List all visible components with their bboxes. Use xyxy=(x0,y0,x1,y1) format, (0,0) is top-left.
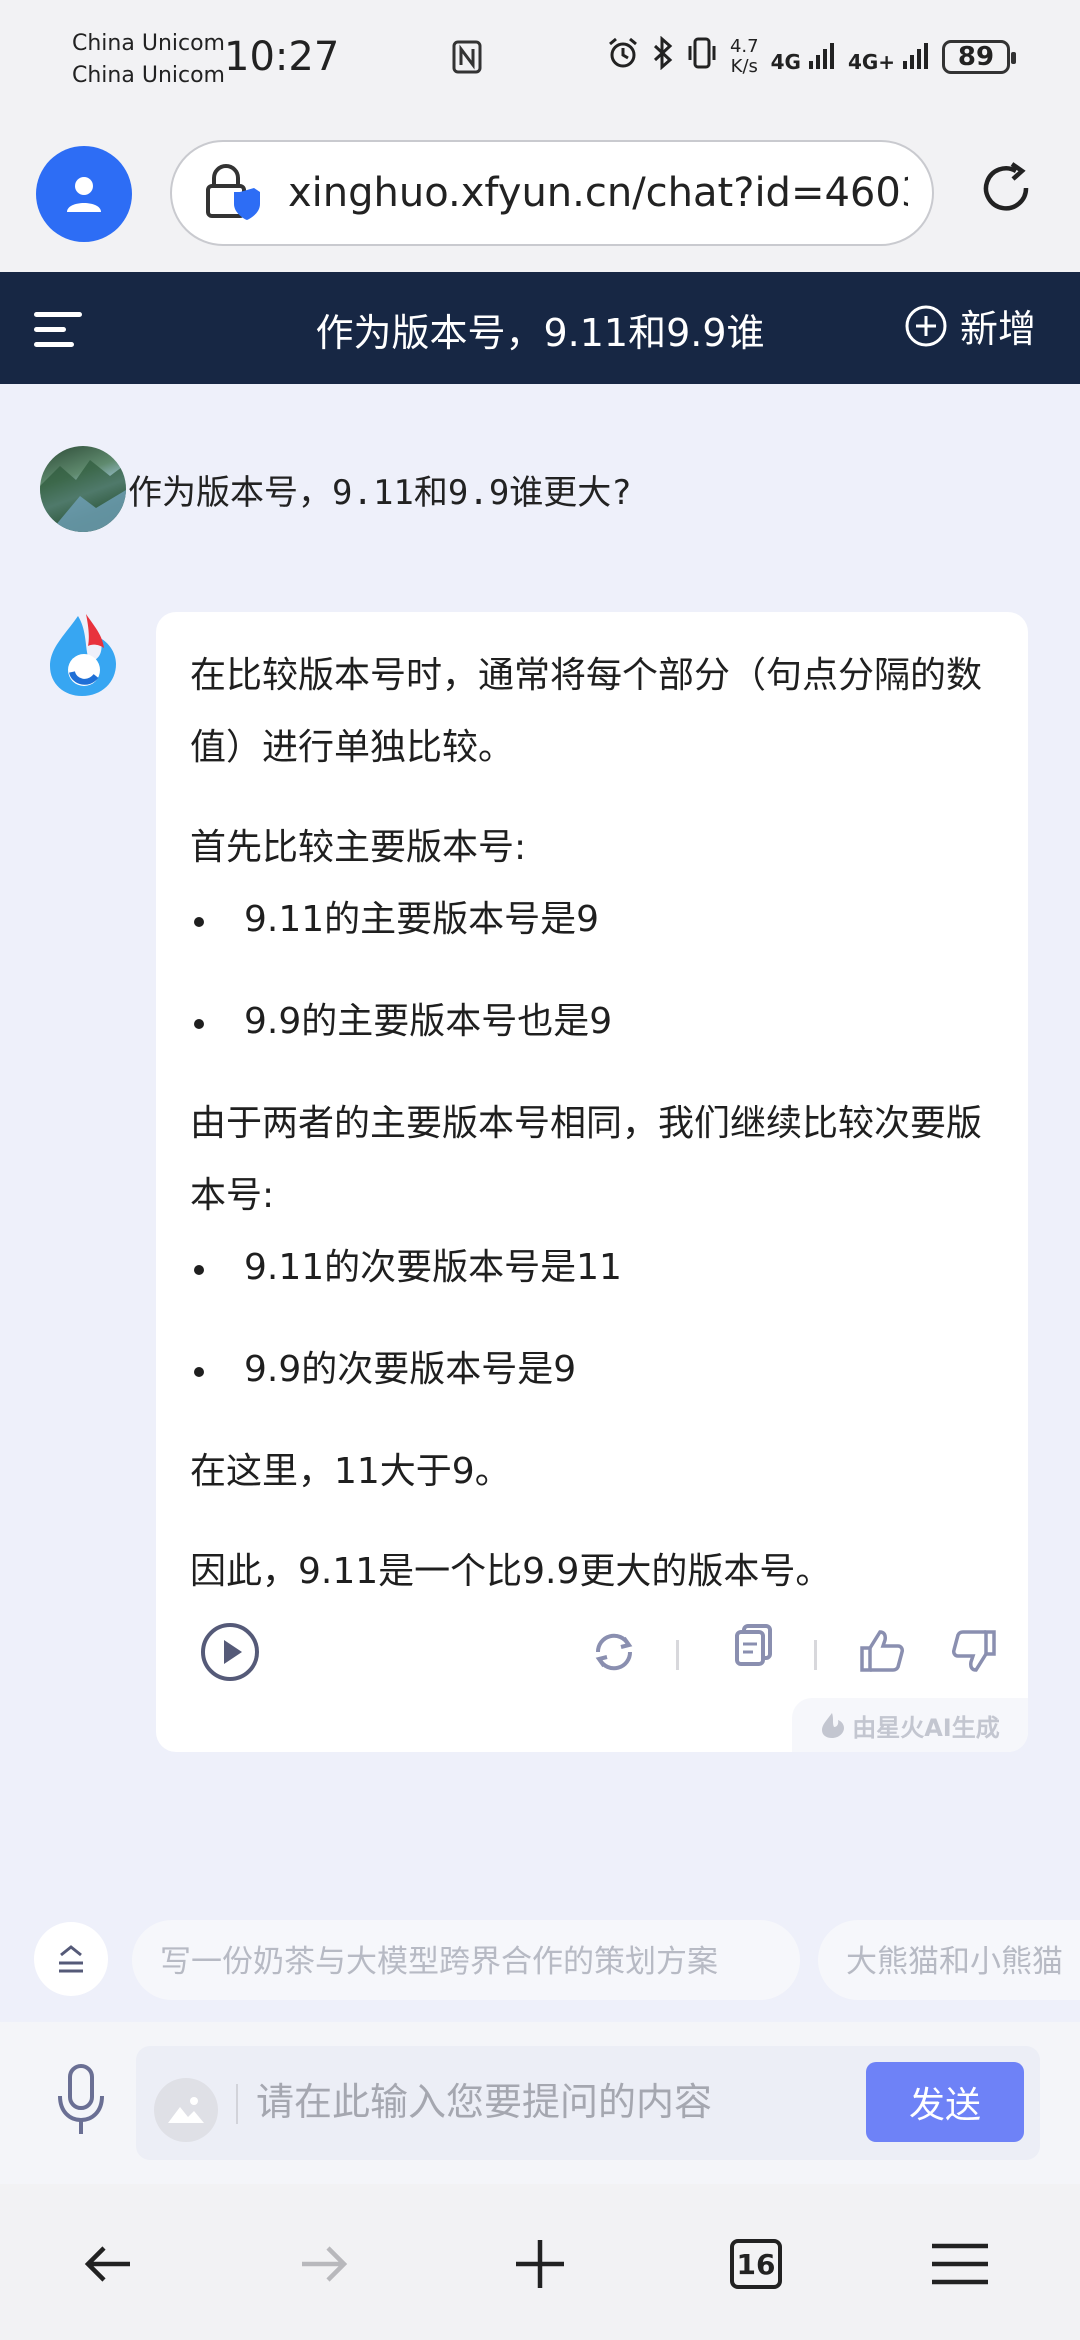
carrier-1: China Unicom xyxy=(72,31,225,56)
collapse-icon xyxy=(59,1945,83,1973)
alarm-icon xyxy=(606,36,640,78)
divider xyxy=(814,1640,817,1670)
carrier-2: China Unicom xyxy=(72,63,225,88)
tab-count: 16 xyxy=(730,2239,782,2289)
nfc-icon xyxy=(452,40,482,83)
clock: 10:27 xyxy=(224,34,340,80)
play-audio-icon[interactable] xyxy=(200,1622,260,1686)
new-tab-icon[interactable] xyxy=(500,2224,580,2304)
bot-paragraph-2: 首先比较主要版本号: xyxy=(190,827,527,868)
signal-2-icon: 4G+ xyxy=(848,41,930,74)
ai-generated-label: 由星火AI生成 xyxy=(852,1713,1000,1742)
minor-version-list: 9.11的次要版本号是11 9.9的次要版本号是9 xyxy=(190,1232,1006,1406)
carrier-info: China Unicom China Unicom xyxy=(72,28,225,92)
browser-nav-bar: 16 xyxy=(0,2184,1080,2340)
browser-toolbar: xinghuo.xfyun.cn/chat?id=460352 xyxy=(0,122,1080,272)
bot-paragraph-4: 在这里，11大于9。 xyxy=(190,1451,511,1492)
net-speed: 4.7 K/s xyxy=(730,37,759,77)
list-item: 9.11的次要版本号是11 xyxy=(190,1232,1006,1304)
signal-2-label: 4G+ xyxy=(847,49,896,74)
forward-icon[interactable] xyxy=(284,2224,364,2304)
signal-1-label: 4G xyxy=(770,49,801,74)
tabs-button[interactable]: 16 xyxy=(716,2224,796,2304)
address-bar[interactable]: xinghuo.xfyun.cn/chat?id=460352 xyxy=(170,140,934,246)
battery-level: 89 xyxy=(957,42,995,72)
regenerate-icon[interactable] xyxy=(590,1628,638,1680)
bot-paragraph-1: 在比较版本号时，通常将每个部分（句点分隔的数值）进行单独比较。 xyxy=(190,655,983,768)
thumbs-down-icon[interactable] xyxy=(950,1628,998,1678)
input-divider xyxy=(236,2084,238,2124)
bot-paragraph-5: 因此，9.11是一个比9.9更大的版本号。 xyxy=(190,1551,832,1592)
bluetooth-icon xyxy=(652,35,674,78)
status-icons: 4.7 K/s 4G 4G+ 89 xyxy=(606,35,1016,78)
battery-icon: 89 xyxy=(942,40,1016,74)
user-message: 作为版本号，9.11和9.9谁更大? xyxy=(40,446,632,532)
copy-icon[interactable] xyxy=(732,1622,776,1674)
new-chat-button[interactable]: 新增 xyxy=(904,298,1036,353)
status-bar: China Unicom China Unicom 10:27 4.7 K/s … xyxy=(0,0,1080,122)
user-message-text: 作为版本号，9.11和9.9谁更大? xyxy=(128,472,632,513)
major-version-list: 9.11的主要版本号是9 9.9的主要版本号也是9 xyxy=(190,884,1006,1058)
image-upload-icon[interactable] xyxy=(154,2078,218,2142)
plus-circle-icon xyxy=(905,305,947,346)
back-icon[interactable] xyxy=(68,2224,148,2304)
bot-paragraph-3: 由于两者的主要版本号相同，我们继续比较次要版本号: xyxy=(190,1103,983,1216)
thumbs-up-icon[interactable] xyxy=(858,1628,906,1678)
list-item: 9.11的主要版本号是9 xyxy=(190,884,1006,956)
secure-lock-icon[interactable] xyxy=(200,164,264,228)
message-actions xyxy=(156,1614,1028,1684)
ai-generated-badge: 由星火AI生成 xyxy=(792,1698,1028,1752)
send-button[interactable]: 发送 xyxy=(866,2062,1024,2142)
reload-icon[interactable] xyxy=(976,158,1036,222)
list-item: 9.9的主要版本号也是9 xyxy=(190,986,1006,1058)
user-avatar xyxy=(40,446,126,532)
account-icon[interactable] xyxy=(36,146,132,242)
list-item: 9.9的次要版本号是9 xyxy=(190,1334,1006,1406)
bot-message-body: 在比较版本号时，通常将每个部分（句点分隔的数值）进行单独比较。 首先比较主要版本… xyxy=(190,640,1006,1636)
message-input-box: 发送 xyxy=(136,2046,1040,2160)
bot-message-bubble: 在比较版本号时，通常将每个部分（句点分隔的数值）进行单独比较。 首先比较主要版本… xyxy=(156,612,1028,1752)
url-text[interactable]: xinghuo.xfyun.cn/chat?id=460352 xyxy=(288,170,908,216)
microphone-icon[interactable] xyxy=(56,2062,106,2142)
signal-1-icon: 4G xyxy=(771,41,836,74)
chat-input-area: 发送 xyxy=(0,2022,1080,2184)
browser-menu-icon[interactable] xyxy=(920,2224,1000,2304)
net-speed-value: 4.7 xyxy=(729,36,759,57)
divider xyxy=(676,1640,679,1670)
suggestion-chip[interactable]: 大熊猫和小熊猫 xyxy=(818,1920,1080,2000)
message-input[interactable] xyxy=(256,2070,876,2134)
suggestion-chip[interactable]: 写一份奶茶与大模型跨界合作的策划方案 xyxy=(132,1920,800,2000)
spark-logo-icon xyxy=(44,610,124,704)
app-header: 作为版本号，9.11和9.9谁 新增 xyxy=(0,272,1080,384)
suggestions-toggle-button[interactable] xyxy=(34,1922,108,1996)
spark-small-icon xyxy=(822,1713,845,1738)
vibrate-icon xyxy=(686,36,718,78)
new-chat-label: 新增 xyxy=(959,307,1036,351)
net-speed-unit: K/s xyxy=(730,56,758,77)
